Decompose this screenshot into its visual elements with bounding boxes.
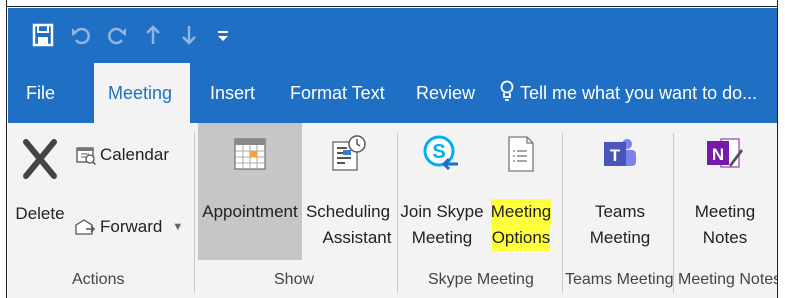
tab-insert-label: Insert (210, 82, 256, 103)
tab-insert[interactable]: Insert (210, 63, 255, 123)
meeting-options-icon (507, 129, 535, 179)
tab-meeting[interactable]: Meeting (94, 63, 190, 123)
tell-me-label: Tell me what you want to do... (520, 82, 758, 103)
actions-group-label: Actions (72, 271, 125, 288)
customize-icon[interactable] (216, 20, 230, 50)
tab-file[interactable]: File (26, 63, 55, 123)
ribbon-tabs: File Meeting Insert Format Text Review T… (8, 63, 777, 123)
skype-icon: S (422, 129, 462, 179)
meeting-options-button[interactable]: Meeting Options (484, 129, 558, 251)
tab-review-label: Review (416, 82, 476, 103)
forward-label: Forward (100, 217, 163, 236)
scheduling-assistant-icon (329, 129, 367, 179)
join-skype-meeting-button[interactable]: S Join Skype Meeting (400, 129, 484, 251)
teams-icon: T (600, 129, 640, 179)
window-left-border (0, 0, 7, 298)
forward-button[interactable]: Forward ▼ (74, 217, 183, 237)
tab-format-text[interactable]: Format Text (290, 63, 385, 123)
tab-format-text-label: Format Text (290, 82, 385, 103)
appointment-button[interactable]: Appointment (198, 129, 302, 225)
skype-meeting-group-label: Skype Meeting (428, 271, 534, 288)
chevron-down-icon: ▼ (172, 221, 184, 233)
save-icon[interactable] (32, 20, 54, 50)
calendar-label: Calendar (100, 145, 169, 164)
ribbon-panel: Delete Calendar Forward ▼ Actions Appoin… (8, 123, 781, 298)
tab-review[interactable]: Review (416, 63, 475, 123)
svg-text:S: S (432, 141, 445, 163)
notes-label-line2: Notes (702, 228, 748, 247)
down-arrow-icon[interactable] (180, 20, 198, 50)
meeting-options-label-line1: Meeting (490, 199, 552, 225)
forward-icon (74, 217, 96, 237)
calendar-button[interactable]: Calendar (76, 145, 169, 165)
scheduling-assistant-button[interactable]: Scheduling Assistant (304, 129, 392, 251)
meeting-notes-button[interactable]: N Meeting Notes (678, 129, 772, 251)
lightbulb-icon (500, 80, 514, 107)
undo-icon[interactable] (70, 20, 92, 50)
group-divider (194, 133, 195, 293)
window-top-border (0, 0, 785, 7)
svg-text:T: T (610, 146, 621, 165)
delete-icon (20, 129, 60, 189)
delete-button[interactable]: Delete (12, 129, 68, 227)
teams-meeting-button[interactable]: T Teams Meeting (572, 129, 668, 251)
group-divider (562, 133, 563, 293)
svg-text:N: N (712, 145, 724, 164)
scheduling-label-line1: Scheduling (305, 202, 391, 221)
delete-label: Delete (15, 204, 65, 223)
show-group-label: Show (274, 271, 315, 288)
appointment-label: Appointment (202, 202, 298, 221)
notes-label-line1: Meeting (694, 202, 756, 221)
onenote-icon: N (705, 129, 745, 179)
quick-access-toolbar (8, 8, 777, 63)
join-skype-label-line2: Meeting (411, 228, 473, 247)
teams-label-line1: Teams (594, 202, 646, 221)
appointment-icon (233, 129, 267, 179)
teams-meeting-group-label: Teams Meeting (565, 271, 674, 288)
meeting-options-label-line2: Options (491, 225, 551, 251)
calendar-icon (76, 145, 96, 165)
group-divider (673, 133, 674, 293)
tell-me-search[interactable]: Tell me what you want to do... (500, 63, 757, 123)
up-arrow-icon[interactable] (144, 20, 162, 50)
scheduling-label-line2: Assistant (322, 228, 392, 247)
meeting-notes-group-label: Meeting Notes (678, 271, 782, 288)
tab-meeting-label: Meeting (108, 82, 173, 103)
group-divider (397, 133, 398, 293)
window-right-border (777, 0, 785, 298)
teams-label-line2: Meeting (589, 228, 651, 247)
tab-file-label: File (26, 82, 56, 103)
join-skype-label-line1: Join Skype (400, 202, 484, 221)
redo-icon[interactable] (106, 20, 128, 50)
